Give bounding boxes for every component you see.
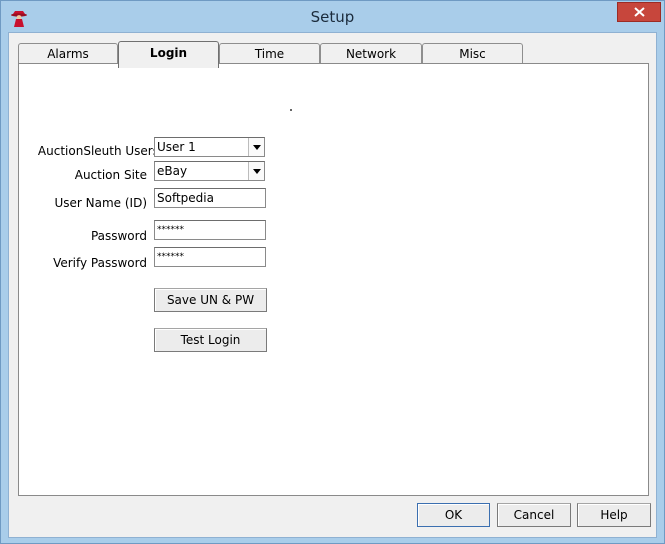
users-combo-dropdown[interactable]	[248, 138, 264, 156]
tab-login[interactable]: Login	[118, 41, 219, 68]
site-combo-dropdown[interactable]	[248, 162, 264, 180]
close-button[interactable]	[617, 2, 661, 22]
users-combo-value: User 1	[157, 140, 196, 154]
title-bar[interactable]: Setup	[1, 1, 664, 32]
panel-dot	[290, 109, 292, 111]
help-button[interactable]: Help	[577, 503, 651, 527]
ok-button[interactable]: OK	[417, 503, 490, 527]
chevron-down-icon	[253, 145, 261, 150]
close-icon	[634, 7, 645, 17]
setup-window: Setup Alarms Login Time Network Misc Auc…	[0, 0, 665, 544]
test-login-button[interactable]: Test Login	[154, 328, 267, 352]
chevron-down-icon	[253, 169, 261, 174]
window-title: Setup	[310, 8, 355, 26]
verify-password-label: Verify Password	[53, 256, 147, 270]
site-label: Auction Site	[74, 168, 147, 182]
username-field[interactable]: Softpedia	[154, 188, 266, 208]
site-combo-value: eBay	[157, 164, 188, 178]
login-panel: AuctionSleuth Users User 1 Auction Site …	[18, 63, 649, 496]
username-label: User Name (ID)	[54, 196, 147, 210]
verify-password-field[interactable]: ******	[154, 247, 266, 267]
site-combo[interactable]: eBay	[154, 161, 265, 181]
cancel-button[interactable]: Cancel	[497, 503, 571, 527]
password-label: Password	[90, 229, 147, 243]
save-un-pw-button[interactable]: Save UN & PW	[154, 288, 267, 312]
dialog-client-area: Alarms Login Time Network Misc AuctionSl…	[8, 32, 657, 538]
users-label: AuctionSleuth Users	[37, 144, 159, 158]
password-field[interactable]: ******	[154, 220, 266, 240]
users-combo[interactable]: User 1	[154, 137, 265, 157]
